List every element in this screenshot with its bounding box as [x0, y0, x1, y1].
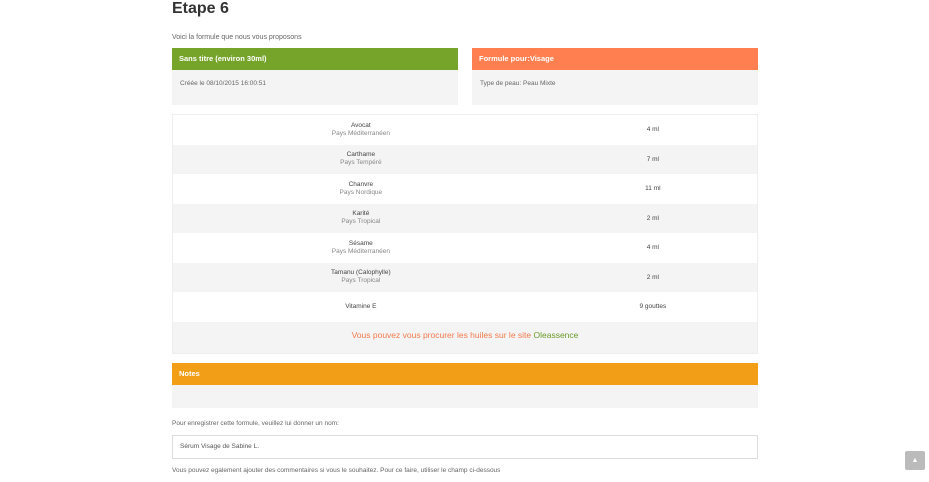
ingredient-quantity: 9 gouttes	[639, 303, 667, 311]
skin-type: Type de peau: Peau Mixte	[480, 80, 556, 87]
comment-label: Vous pouvez egalement ajouter des commen…	[172, 466, 501, 474]
ingredient-name: Tamanu (Calophylle)	[331, 269, 391, 277]
ingredient-row: Carthame Pays Tempéré 7 ml	[173, 144, 757, 174]
ingredient-name-cell: Karité Pays Tropical	[173, 210, 549, 226]
ingredient-row: Avocat Pays Méditerranéen 4 ml	[173, 115, 757, 145]
ingredient-quantity: 7 ml	[646, 155, 659, 163]
ingredient-quantity: 11 ml	[645, 185, 661, 193]
ingredient-origin: Pays Nordique	[339, 188, 383, 196]
formula-name-input[interactable]: Sérum Visage de Sabine L.	[172, 434, 758, 459]
scroll-top-button[interactable]: ▲	[905, 451, 925, 470]
ingredient-name-cell: Chanvre Pays Nordique	[173, 181, 549, 197]
ingredient-origin: Pays Tempéré	[340, 159, 382, 167]
ingredient-origin: Pays Tropical	[341, 218, 381, 226]
ingredient-quantity: 2 ml	[646, 214, 659, 222]
ingredient-row: Tamanu (Calophylle) Pays Tropical 2 ml	[173, 262, 757, 292]
supplier-text: Vous pouvez vous procurer les huiles sur…	[351, 329, 534, 340]
skin-card: Formule pour:Visage Type de peau: Peau M…	[472, 48, 758, 105]
ingredient-rows: Avocat Pays Méditerranéen 4 ml Carthame Pays…	[173, 115, 757, 322]
summary-cards: Sans titre (environ 30ml) Créée le 08/10…	[172, 48, 758, 105]
ingredient-name-cell: Avocat Pays Méditerranéen	[173, 122, 549, 138]
ingredient-origin: Pays Méditerranéen	[331, 129, 390, 137]
ingredient-name: Vitamine E	[345, 302, 377, 310]
ingredient-name-cell: Tamanu (Calophylle) Pays Tropical	[173, 269, 549, 285]
ingredient-quantity: 2 ml	[646, 273, 659, 281]
formula-created-date: Créée le 08/10/2015 16:00:51	[180, 80, 267, 87]
ingredient-name: Carthame	[346, 151, 376, 159]
ingredient-origin: Pays Tropical	[341, 277, 381, 285]
ingredient-name-cell: Sésame Pays Méditerranéen	[173, 240, 549, 256]
ingredient-name-cell: Vitamine E	[173, 303, 549, 311]
page: Etape 6 Voici la formule que nous vous p…	[0, 0, 929, 482]
intro-text: Voici la formule que nous vous proposons	[172, 34, 302, 41]
page-title: Etape 6	[172, 0, 229, 17]
main-content: Etape 6 Voici la formule que nous vous p…	[172, 0, 758, 482]
ingredient-quantity: 4 ml	[646, 244, 659, 252]
formula-card: Sans titre (environ 30ml) Créée le 08/10…	[172, 48, 458, 105]
supplier-link[interactable]: Oleassence	[534, 330, 579, 340]
supplier-note: Vous pouvez vous procurer les huiles sur…	[173, 321, 757, 353]
save-name-label: Pour enregistrer cette formule, veuillez…	[172, 419, 339, 427]
ingredient-name: Chanvre	[348, 180, 374, 188]
ingredients-table: Avocat Pays Méditerranéen 4 ml Carthame Pays…	[172, 114, 758, 354]
formula-card-title: Sans titre (environ 30ml)	[172, 48, 458, 70]
ingredient-row: Chanvre Pays Nordique 11 ml	[173, 174, 757, 204]
ingredient-name: Sésame	[348, 239, 373, 247]
ingredient-name-cell: Carthame Pays Tempéré	[173, 151, 549, 167]
ingredient-quantity: 4 ml	[646, 126, 659, 134]
ingredient-row: Sésame Pays Méditerranéen 4 ml	[173, 233, 757, 263]
chevron-up-icon: ▲	[911, 457, 919, 464]
ingredient-name: Avocat	[350, 121, 371, 129]
skin-card-title: Formule pour:Visage	[472, 48, 758, 70]
notes-title: Notes	[172, 362, 758, 385]
ingredient-row: Vitamine E 9 gouttes	[173, 292, 757, 322]
ingredient-name: Karité	[352, 210, 370, 218]
ingredient-origin: Pays Méditerranéen	[331, 247, 390, 255]
ingredient-row: Karité Pays Tropical 2 ml	[173, 203, 757, 233]
notes-body	[172, 384, 758, 408]
notes-panel: Notes	[172, 362, 758, 408]
